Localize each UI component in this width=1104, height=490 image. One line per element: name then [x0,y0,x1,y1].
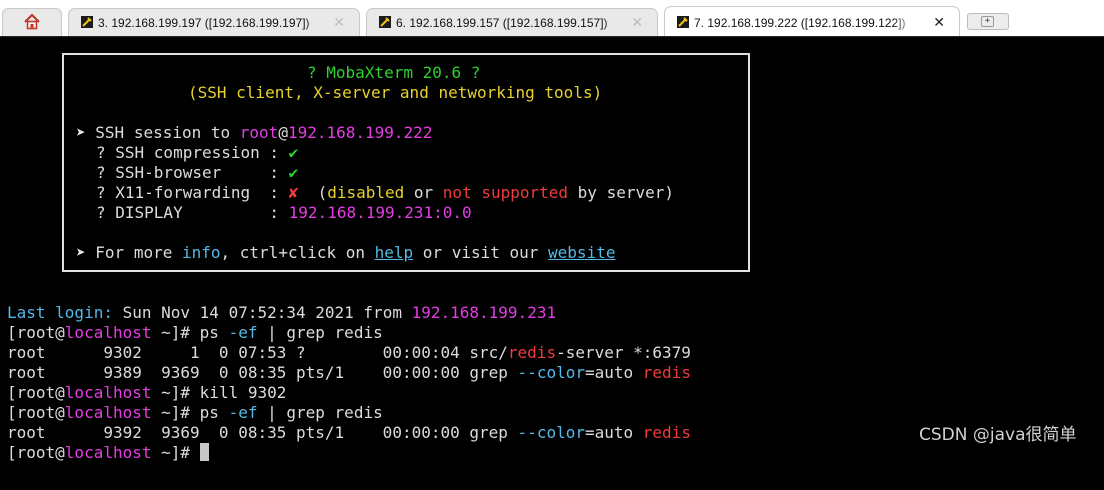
ssh-session-icon [677,16,689,28]
welcome-banner: ? MobaXterm 20.6 ? (SSH client, X-server… [62,53,750,272]
more-info-line: ➤ For more info, ctrl+click on help or v… [76,243,616,262]
website-link[interactable]: website [548,243,615,262]
display-line: ? DISPLAY : 192.168.199.231:0.0 [96,203,472,222]
output-line: root 9392 9369 0 08:35 pts/1 00:00:00 gr… [7,423,691,442]
tab-session-6[interactable]: 6. 192.168.199.157 ([192.168.199.157]) ✕ [366,8,658,36]
command-line: [root@localhost ~]# ps -ef | grep redis [7,403,383,422]
output-line: root 9389 9369 0 08:35 pts/1 00:00:00 gr… [7,363,691,382]
check-icon: ✔ [288,143,299,162]
banner-title: ? MobaXterm 20.6 ? [307,63,481,82]
close-icon[interactable]: ✕ [333,14,345,31]
close-icon[interactable]: ✕ [631,14,643,31]
last-login-line: Last login: Sun Nov 14 07:52:34 2021 fro… [7,303,557,322]
tab-session-7[interactable]: 7. 192.168.199.222 ([192.168.199.122]) ✕ [664,6,960,37]
command-line: [root@localhost ~]# ps -ef | grep redis [7,323,383,342]
banner-subtitle: (SSH client, X-server and networking too… [188,83,603,102]
compression-line: ? SSH compression : ✔ [96,143,299,162]
close-icon[interactable]: ✕ [933,14,945,31]
tab-label: 6. 192.168.199.157 ([192.168.199.157]) [396,16,628,32]
browser-line: ? SSH-browser : ✔ [96,163,299,182]
ssh-session-icon [81,16,93,28]
check-icon: ✔ [288,163,299,182]
home-tab[interactable] [2,8,62,37]
tab-session-3[interactable]: 3. 192.168.199.197 ([192.168.199.197]) ✕ [68,8,360,36]
x11-line: ? X11-forwarding : ✘ (disabled or not su… [96,183,674,202]
plus-icon: + [981,16,994,27]
tab-bar: 3. 192.168.199.197 ([192.168.199.197]) ✕… [0,0,1104,37]
cross-icon: ✘ [288,183,299,202]
home-icon [24,13,40,30]
arrow-icon: ➤ [76,123,86,142]
help-link[interactable]: help [375,243,414,262]
ssh-session-icon [379,16,391,28]
info-link[interactable]: info [182,243,221,262]
output-line: root 9302 1 0 07:53 ? 00:00:04 src/redis… [7,343,691,362]
text-cursor [199,443,209,461]
active-prompt[interactable]: [root@localhost ~]# [7,443,209,463]
session-line: ➤ SSH session to root@192.168.199.222 [76,123,433,142]
new-tab-button[interactable]: + [967,13,1009,30]
arrow-icon: ➤ [76,243,86,262]
tab-label: 3. 192.168.199.197 ([192.168.199.197]) [98,16,330,32]
watermark: CSDN @java很简单 [919,425,1077,445]
tab-label: 7. 192.168.199.222 ([192.168.199.122]) [694,16,919,32]
command-line: [root@localhost ~]# kill 9302 [7,383,287,402]
